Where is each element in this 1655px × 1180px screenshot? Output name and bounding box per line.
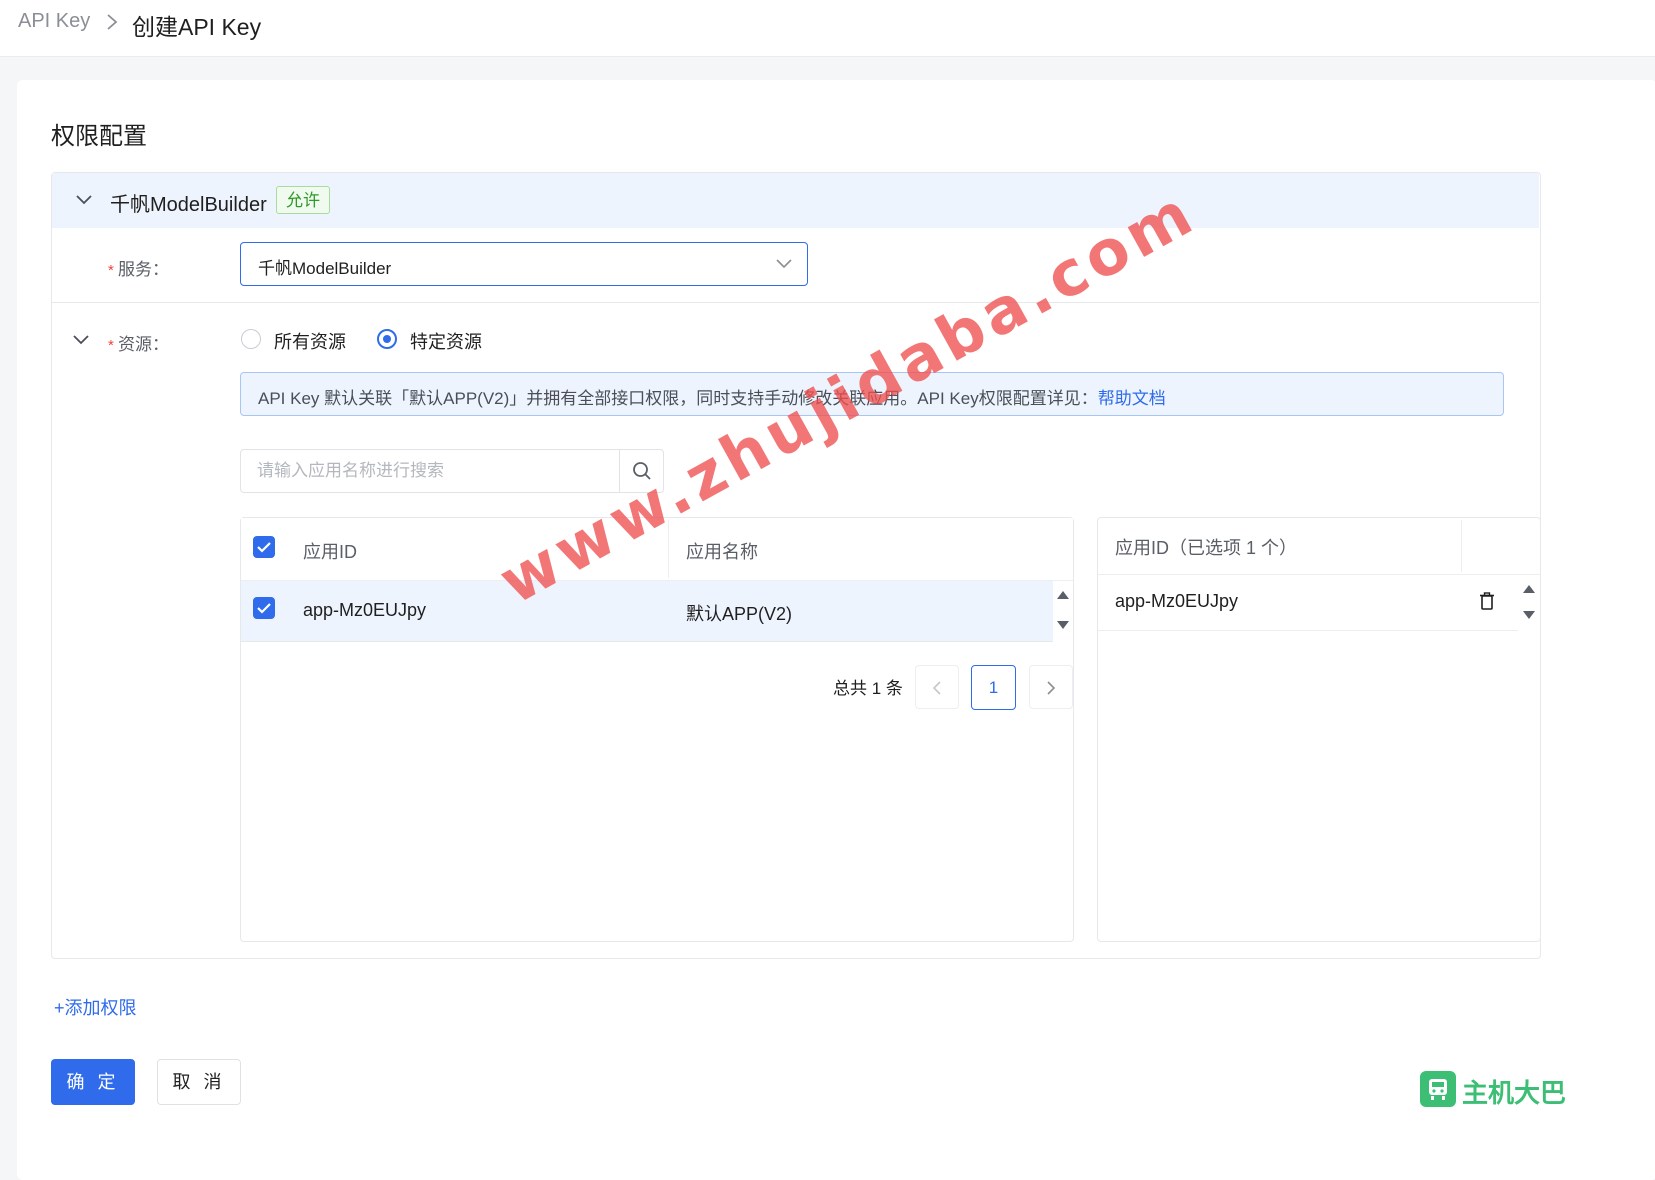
radio-specific-resources[interactable] <box>377 329 397 349</box>
help-doc-link[interactable]: 帮助文档 <box>1098 389 1166 408</box>
column-header-app-id: 应用ID <box>303 542 357 562</box>
scroll-up-icon[interactable] <box>1056 590 1070 600</box>
add-permission-link[interactable]: +添加权限 <box>54 994 137 1020</box>
chevron-left-icon <box>932 681 941 695</box>
search-input[interactable] <box>241 450 619 492</box>
selected-panel-title: 应用ID（已选项 1 个） <box>1115 538 1298 558</box>
logo-icon <box>1420 1071 1456 1107</box>
scroll-down-icon[interactable] <box>1522 610 1536 620</box>
chevron-down-icon[interactable] <box>72 333 90 347</box>
chevron-down-icon <box>776 259 792 269</box>
service-select[interactable]: 千帆ModelBuilder <box>240 242 808 286</box>
confirm-button[interactable]: 确 定 <box>51 1059 135 1105</box>
row-checkbox[interactable] <box>253 597 275 619</box>
radio-all-resources[interactable] <box>241 329 261 349</box>
row-app-name: 默认APP(V2) <box>686 604 793 624</box>
cancel-button[interactable]: 取 消 <box>157 1059 241 1105</box>
breadcrumb-current: 创建API Key <box>132 14 262 40</box>
scroll-down-icon[interactable] <box>1056 620 1070 630</box>
plus-icon: + <box>54 998 65 1018</box>
pagination-next-button[interactable] <box>1029 665 1073 709</box>
chevron-down-icon[interactable] <box>75 193 93 207</box>
chevron-right-icon <box>107 14 118 30</box>
info-text: API Key 默认关联「默认APP(V2)」并拥有全部接口权限，同时支持手动修… <box>258 389 1166 408</box>
pagination-total: 总共 1 条 <box>833 679 903 698</box>
radio-specific-resources-label[interactable]: 特定资源 <box>410 328 482 354</box>
column-divider <box>1461 520 1462 572</box>
trash-icon[interactable] <box>1479 592 1495 610</box>
pagination-page-1[interactable]: 1 <box>971 665 1016 710</box>
app-search <box>240 449 664 493</box>
service-label: * 服务： <box>108 260 170 279</box>
chevron-right-icon <box>1047 681 1056 695</box>
logo-text: 主机大巴 <box>1462 1078 1567 1108</box>
allow-tag: 允许 <box>276 186 330 214</box>
permission-product-title: 千帆ModelBuilder <box>110 194 267 216</box>
row-app-id: app-Mz0EUJpy <box>303 600 427 620</box>
top-bar: API Key 创建API Key <box>0 0 1655 57</box>
checkmark-icon <box>257 603 271 614</box>
selected-app-id: app-Mz0EUJpy <box>1115 591 1239 611</box>
resource-label: * 资源： <box>108 335 170 354</box>
select-all-checkbox[interactable] <box>253 536 275 558</box>
breadcrumb-parent[interactable]: API Key <box>18 10 90 33</box>
checkmark-icon <box>257 542 271 553</box>
column-header-app-name: 应用名称 <box>686 542 758 562</box>
scroll-up-icon[interactable] <box>1522 584 1536 594</box>
service-select-value: 千帆ModelBuilder <box>258 259 392 278</box>
section-title: 权限配置 <box>51 123 147 150</box>
divider <box>52 302 1539 303</box>
pagination-prev-button[interactable] <box>915 665 959 709</box>
radio-all-resources-label[interactable]: 所有资源 <box>274 328 346 354</box>
